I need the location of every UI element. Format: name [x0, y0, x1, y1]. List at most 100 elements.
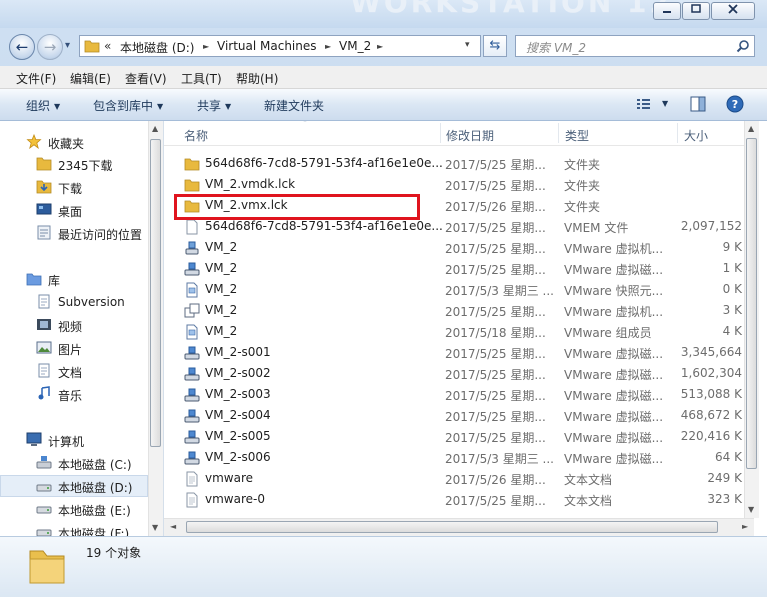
nav-drive-e[interactable]: 本地磁盘 (E:)	[0, 498, 148, 520]
search-box[interactable]: 搜索 VM_2	[515, 35, 755, 57]
column-name[interactable]: 名称	[184, 127, 208, 144]
file-row[interactable]: VM_2-s002 2017/5/25 星期... VMware 虚拟磁... 1,6…	[164, 363, 744, 384]
menu-tools[interactable]: 工具(T)	[181, 70, 222, 87]
breadcrumb-separator-icon[interactable]: ►	[203, 42, 209, 51]
file-row[interactable]: VM_2 2017/5/25 星期... VMware 虚拟机... 3 K	[164, 300, 744, 321]
menu-view[interactable]: 查看(V)	[125, 70, 167, 87]
file-row[interactable]: VM_2-s004 2017/5/25 星期... VMware 虚拟磁... 468…	[164, 405, 744, 426]
file-row[interactable]: VM_2 2017/5/25 星期... VMware 虚拟磁... 1 K	[164, 258, 744, 279]
column-size[interactable]: 大小	[684, 127, 708, 144]
search-input[interactable]: 搜索 VM_2	[526, 39, 586, 56]
virtual-disk-icon	[184, 409, 200, 423]
file-name: VM_2	[205, 324, 238, 338]
file-date: 2017/5/3 星期三 ...	[445, 452, 554, 466]
close-button[interactable]	[711, 2, 755, 20]
nav-favorites[interactable]: 收藏夹	[0, 131, 148, 153]
preview-pane-icon[interactable]	[690, 96, 706, 112]
breadcrumb-virtual-machines[interactable]: Virtual Machines	[217, 39, 317, 53]
scroll-up-icon[interactable]: ▲	[152, 124, 158, 133]
dropdown-icon: ▼	[54, 102, 61, 111]
explorer-window: WORKSTATION 12 ← → ▾ « 本地磁盘 (D:) ► Virtu…	[0, 0, 767, 597]
file-row[interactable]: VM_2 2017/5/3 星期三 ... VMware 快照元... 0 K	[164, 279, 744, 300]
breadcrumb-vm2[interactable]: VM_2	[339, 39, 371, 53]
nav-downloads[interactable]: 下载	[0, 176, 148, 198]
nav-computer[interactable]: 计算机	[0, 429, 148, 451]
menu-file[interactable]: 文件(F)	[16, 70, 56, 87]
view-options-icon[interactable]	[636, 97, 652, 111]
scroll-down-icon[interactable]: ▼	[152, 523, 158, 532]
minimize-button[interactable]	[653, 2, 681, 20]
nav-documents[interactable]: 文档	[0, 360, 148, 382]
column-divider[interactable]	[440, 123, 441, 143]
file-row[interactable]: VM_2-s001 2017/5/25 星期... VMware 虚拟磁... 3,3…	[164, 342, 744, 363]
breadcrumb-separator-icon[interactable]: ►	[377, 42, 383, 51]
breadcrumb-separator-icon[interactable]: ►	[325, 42, 331, 51]
nav-drive-f[interactable]: 本地磁盘 (F:)	[0, 521, 148, 536]
column-date-modified[interactable]: 修改日期	[446, 127, 494, 144]
file-row[interactable]: VM_2-s005 2017/5/25 星期... VMware 虚拟磁... 220…	[164, 426, 744, 447]
details-pane: 19 个对象	[0, 536, 767, 597]
nav-desktop[interactable]: 桌面	[0, 199, 148, 221]
menu-edit[interactable]: 编辑(E)	[70, 70, 111, 87]
search-icon[interactable]	[736, 39, 750, 53]
view-dropdown-icon[interactable]: ▼	[662, 99, 668, 108]
scroll-up-icon[interactable]: ▲	[748, 124, 754, 133]
nav-music[interactable]: 音乐	[0, 383, 148, 405]
nav-label: 收藏夹	[48, 137, 85, 151]
nav-videos[interactable]: 视频	[0, 314, 148, 336]
history-dropdown-icon[interactable]: ▾	[65, 40, 70, 51]
nav-drive-d[interactable]: 本地磁盘 (D:)	[0, 475, 148, 497]
column-divider[interactable]	[558, 123, 559, 143]
file-scrollbar[interactable]: ▲ ▼	[744, 121, 759, 518]
nav-scrollbar[interactable]: ▲ ▼	[148, 121, 163, 536]
file-list-pane: 名称 ˄ 修改日期 类型 大小 564d68f6-7cd8-5791-53f4-…	[164, 121, 767, 536]
nav-drive-c[interactable]: 本地磁盘 (C:)	[0, 452, 148, 474]
nav-libraries[interactable]: 库	[0, 268, 148, 290]
back-button[interactable]: ←	[9, 34, 35, 60]
file-row[interactable]: VM_2-s006 2017/5/3 星期三 ... VMware 虚拟磁... 64…	[164, 447, 744, 468]
text-file-icon	[186, 471, 198, 487]
vm-config-icon	[185, 241, 199, 255]
organize-button[interactable]: 组织 ▼	[26, 97, 60, 114]
nav-label: 音乐	[58, 389, 83, 403]
file-size: 3,345,664	[680, 345, 742, 359]
document-library-icon	[38, 294, 50, 309]
column-divider[interactable]	[677, 123, 678, 143]
scroll-down-icon[interactable]: ▼	[748, 505, 754, 514]
address-bar[interactable]: « 本地磁盘 (D:) ► Virtual Machines ► VM_2 ► …	[79, 35, 481, 57]
menu-help[interactable]: 帮助(H)	[236, 70, 278, 87]
breadcrumb-overflow[interactable]: «	[104, 39, 111, 53]
scroll-left-icon[interactable]: ◄	[170, 522, 176, 531]
virtual-disk-icon	[184, 262, 200, 276]
refresh-button[interactable]: ⇆	[483, 35, 507, 57]
file-row[interactable]: VM_2.vmdk.lck 2017/5/25 星期... 文件夹	[164, 174, 744, 195]
new-folder-button[interactable]: 新建文件夹	[264, 97, 324, 114]
scrollbar-thumb[interactable]	[746, 138, 757, 469]
include-in-library-button[interactable]: 包含到库中 ▼	[93, 97, 163, 114]
nav-subversion[interactable]: Subversion	[0, 291, 148, 313]
address-dropdown-icon[interactable]: ▾	[465, 40, 470, 50]
file-type: VMware 虚拟机...	[564, 242, 664, 256]
file-row[interactable]: VM_2-s003 2017/5/25 星期... VMware 虚拟磁... 513…	[164, 384, 744, 405]
nav-pictures[interactable]: 图片	[0, 337, 148, 359]
command-bar: 组织 ▼ 包含到库中 ▼ 共享 ▼ 新建文件夹 ▼ ?	[0, 89, 767, 121]
file-type: VMware 组成员	[564, 326, 652, 340]
scrollbar-thumb[interactable]	[186, 521, 718, 533]
file-row[interactable]: VM_2 2017/5/25 星期... VMware 虚拟机... 9 K	[164, 237, 744, 258]
breadcrumb-drive-d[interactable]: 本地磁盘 (D:)	[120, 39, 194, 56]
scrollbar-thumb[interactable]	[150, 139, 161, 447]
nav-2345-downloads[interactable]: 2345下载	[0, 153, 148, 175]
file-row[interactable]: 564d68f6-7cd8-5791-53f4-af16e1e0e... 2017…	[164, 153, 744, 174]
file-row[interactable]: vmware 2017/5/26 星期... 文本文档 249 K	[164, 468, 744, 489]
column-type[interactable]: 类型	[565, 127, 589, 144]
share-button[interactable]: 共享 ▼	[197, 97, 231, 114]
nav-label: 本地磁盘 (C:)	[58, 458, 132, 472]
help-icon[interactable]: ?	[726, 95, 744, 113]
maximize-button[interactable]	[682, 2, 710, 20]
scroll-right-icon[interactable]: ►	[742, 522, 748, 531]
horizontal-scrollbar[interactable]: ◄ ►	[164, 518, 754, 536]
file-row[interactable]: VM_2 2017/5/18 星期... VMware 组成员 4 K	[164, 321, 744, 342]
file-row[interactable]: vmware-0 2017/5/25 星期... 文本文档 323 K	[164, 489, 744, 510]
forward-button[interactable]: →	[37, 34, 63, 60]
nav-recent-places[interactable]: 最近访问的位置	[0, 222, 148, 244]
